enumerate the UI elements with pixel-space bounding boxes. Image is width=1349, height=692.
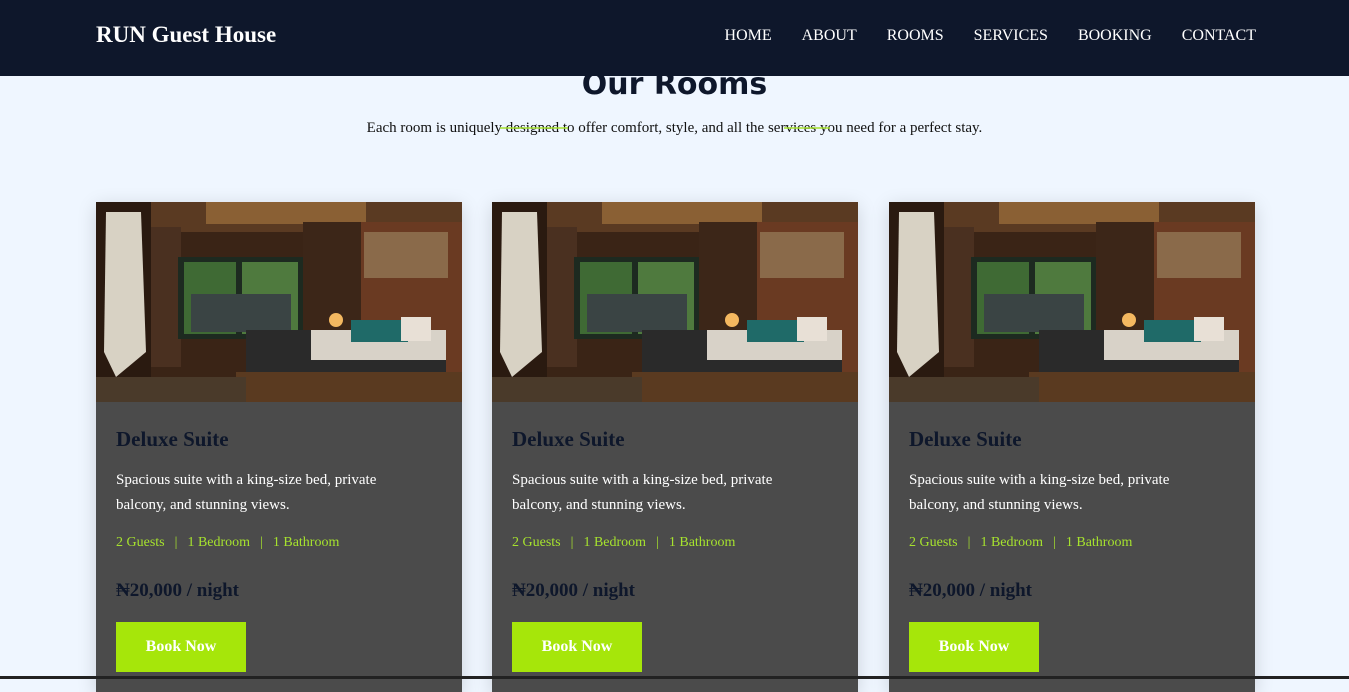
room-description: Spacious suite with a king-size bed, pri…	[512, 472, 773, 513]
nav-link-services[interactable]: SERVICES	[974, 27, 1048, 45]
feature-separator: |	[967, 535, 971, 550]
feature-bathroom: 1 Bathroom	[668, 535, 736, 550]
room-image	[492, 202, 858, 402]
room-image	[96, 202, 462, 402]
nav-menu: HOME ABOUT ROOMS SERVICES BOOKING CONTAC…	[725, 27, 1256, 45]
room-price: ₦20,000 / night	[512, 580, 635, 601]
room-description: Spacious suite with a king-size bed, pri…	[909, 472, 1170, 513]
room-title: Deluxe Suite	[512, 427, 625, 451]
book-now-button[interactable]: Book Now	[512, 622, 642, 672]
feature-bedroom: 1 Bedroom	[583, 535, 647, 550]
room-card: Deluxe Suite Spacious suite with a king-…	[96, 202, 462, 692]
feature-separator: |	[260, 535, 263, 550]
navbar: RUN Guest House HOME ABOUT ROOMS SERVICE…	[0, 0, 1349, 76]
feature-guests: 2 Guests	[116, 535, 165, 550]
room-title: Deluxe Suite	[116, 427, 229, 451]
site-logo[interactable]: RUN Guest House	[96, 22, 276, 48]
book-now-button[interactable]: Book Now	[909, 622, 1039, 672]
book-now-button[interactable]: Book Now	[116, 622, 246, 672]
feature-separator: |	[1053, 535, 1056, 550]
room-features: 2 Guests | 1 Bedroom | 1 Bathroom	[909, 535, 1142, 551]
room-description: Spacious suite with a king-size bed, pri…	[116, 472, 377, 513]
nav-link-rooms[interactable]: ROOMS	[887, 27, 944, 45]
room-features: 2 Guests | 1 Bedroom | 1 Bathroom	[116, 535, 349, 551]
room-price: ₦20,000 / night	[116, 580, 239, 601]
room-price: ₦20,000 / night	[909, 580, 1032, 601]
section-subtitle: Each room is uniquely designed to offer …	[366, 120, 983, 136]
feature-bathroom: 1 Bathroom	[272, 535, 340, 550]
feature-guests: 2 Guests	[512, 535, 561, 550]
nav-link-home[interactable]: HOME	[725, 27, 772, 45]
feature-bedroom: 1 Bedroom	[980, 535, 1044, 550]
feature-separator: |	[656, 535, 659, 550]
room-card: Deluxe Suite Spacious suite with a king-…	[492, 202, 858, 692]
decorative-underline	[784, 127, 830, 129]
feature-separator: |	[570, 535, 574, 550]
nav-link-booking[interactable]: BOOKING	[1078, 27, 1152, 45]
room-image	[889, 202, 1255, 402]
decorative-underline	[500, 127, 568, 129]
feature-bathroom: 1 Bathroom	[1065, 535, 1133, 550]
nav-link-contact[interactable]: CONTACT	[1182, 27, 1256, 45]
feature-guests: 2 Guests	[909, 535, 958, 550]
feature-bedroom: 1 Bedroom	[187, 535, 251, 550]
room-card: Deluxe Suite Spacious suite with a king-…	[889, 202, 1255, 692]
feature-separator: |	[174, 535, 178, 550]
room-title: Deluxe Suite	[909, 427, 1022, 451]
nav-link-about[interactable]: ABOUT	[802, 27, 857, 45]
room-features: 2 Guests | 1 Bedroom | 1 Bathroom	[512, 535, 745, 551]
